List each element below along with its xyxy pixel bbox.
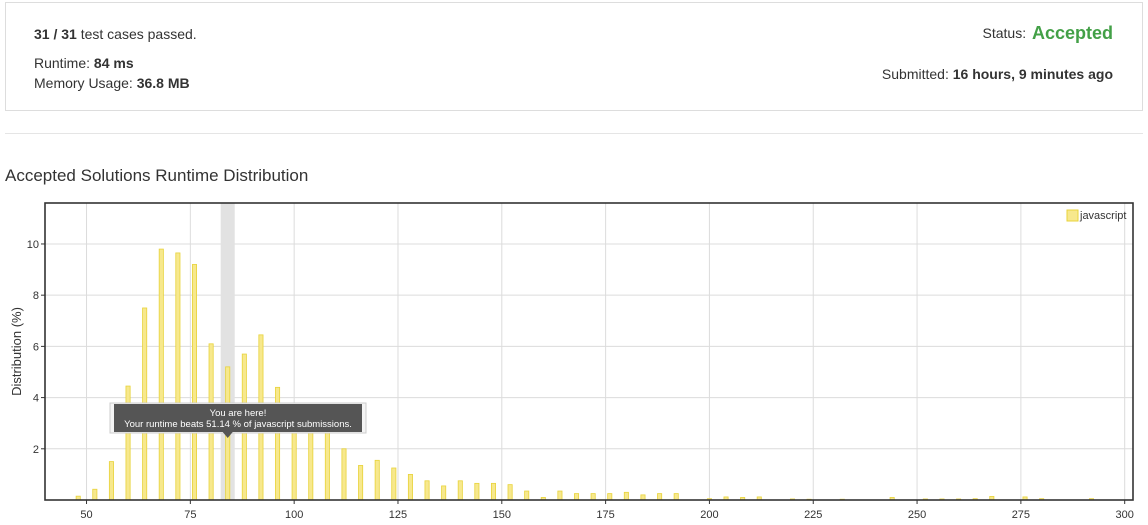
runtime-value: 84 ms — [93, 55, 134, 71]
runtime-label: Runtime: — [34, 55, 94, 71]
bar[interactable] — [574, 493, 580, 501]
bar[interactable] — [92, 488, 98, 501]
chart-title: Accepted Solutions Runtime Distribution — [5, 166, 309, 185]
test-cases-text: test cases passed. — [76, 26, 197, 42]
memory-value: 36.8 MB — [136, 75, 190, 91]
tooltip-line-1: You are here! — [210, 408, 267, 419]
runtime-distribution-chart[interactable]: 50 75 100 125 150 175 200 225 250 275 300 2 4 6 8 10 Dis… — [0, 195, 1148, 525]
x-tick-label: 200 — [700, 509, 718, 521]
runtime-line: Runtime: 84 ms — [34, 55, 134, 71]
bar[interactable] — [507, 484, 513, 501]
legend: javascript — [1066, 209, 1126, 222]
y-tick-label: 2 — [33, 444, 39, 456]
x-tick-label: 275 — [1012, 509, 1030, 521]
bar[interactable] — [673, 493, 679, 501]
legend-swatch — [1066, 209, 1079, 222]
x-tick-label: 100 — [285, 509, 303, 521]
x-tick-label: 225 — [804, 509, 822, 521]
y-tick-label: 4 — [33, 393, 39, 405]
x-tick-label: 150 — [493, 509, 511, 521]
runtime-tooltip: You are here!Your runtime beats 51.14 % … — [109, 402, 367, 438]
submitted-line: Submitted: 16 hours, 9 minutes ago — [882, 66, 1113, 82]
bar[interactable] — [524, 490, 530, 501]
plot-frame — [44, 202, 1134, 501]
bar[interactable] — [441, 485, 447, 501]
bar[interactable] — [391, 467, 397, 501]
memory-line: Memory Usage: 36.8 MB — [34, 75, 190, 91]
y-tick-label: 8 — [33, 290, 39, 302]
x-tick-label: 175 — [596, 509, 614, 521]
bar[interactable] — [108, 461, 114, 501]
bar[interactable] — [341, 448, 347, 501]
x-tick-label: 75 — [184, 509, 196, 521]
status-line: Status: Accepted — [983, 23, 1114, 44]
bar[interactable] — [623, 491, 629, 501]
status-label: Status: — [982, 25, 1030, 41]
bar[interactable] — [607, 493, 613, 501]
bar[interactable] — [175, 252, 181, 501]
x-tick-label: 125 — [389, 509, 407, 521]
x-tick-label: 50 — [80, 509, 92, 521]
tooltip-line-2: Your runtime beats 51.14 % of javascript… — [124, 419, 352, 430]
x-tick-label: 300 — [1116, 509, 1134, 521]
legend-label: javascript — [1079, 210, 1126, 222]
bar[interactable] — [191, 264, 197, 501]
bar[interactable] — [374, 459, 380, 501]
status-accepted-link[interactable]: Accepted — [1032, 23, 1113, 43]
y-tick-label: 10 — [27, 239, 39, 251]
bar[interactable] — [158, 248, 164, 501]
bar[interactable] — [557, 490, 563, 501]
bar[interactable] — [657, 493, 663, 501]
bar[interactable] — [324, 430, 330, 501]
x-tick-label: 250 — [908, 509, 926, 521]
y-tick-label: 6 — [33, 341, 39, 353]
section-divider — [5, 133, 1143, 134]
result-summary-panel: 31 / 31 test cases passed. Runtime: 84 m… — [5, 2, 1143, 111]
bar[interactable] — [490, 482, 496, 501]
test-cases-summary: 31 / 31 test cases passed. — [34, 26, 197, 42]
bar[interactable] — [407, 473, 413, 501]
y-axis-label: Distribution (%) — [9, 307, 24, 396]
bar[interactable] — [474, 482, 480, 501]
submitted-label: Submitted: — [881, 66, 953, 82]
test-cases-count: 31 / 31 — [34, 26, 77, 42]
bar[interactable] — [358, 465, 364, 501]
bar[interactable] — [424, 480, 430, 501]
memory-label: Memory Usage: — [34, 75, 137, 91]
bar[interactable] — [308, 422, 314, 501]
bar[interactable] — [457, 480, 463, 501]
bar[interactable] — [590, 493, 596, 501]
submitted-value: 16 hours, 9 minutes ago — [952, 66, 1113, 82]
